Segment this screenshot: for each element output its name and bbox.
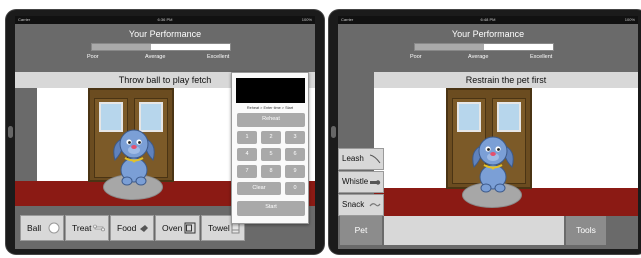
ball-button-label: Ball xyxy=(27,223,42,233)
ipad-left: Carrier 6:36 PM 100% Your Performance Po… xyxy=(6,10,324,254)
room-scene[interactable] xyxy=(374,88,638,216)
key-2[interactable]: 2 xyxy=(261,131,281,144)
pet-button[interactable]: Pet xyxy=(340,216,382,245)
start-button[interactable]: Start xyxy=(237,201,305,216)
screenshot-pair: Carrier 6:36 PM 100% Your Performance Po… xyxy=(0,0,641,258)
leash-button-label: Leash xyxy=(342,154,364,163)
key-9[interactable]: 9 xyxy=(285,165,305,178)
status-bar: Carrier 6:36 PM 100% xyxy=(15,16,315,24)
side-button xyxy=(8,126,13,138)
whistle-button-label: Whistle xyxy=(342,177,369,186)
oven-button-label: Oven xyxy=(162,223,183,233)
status-bar: Carrier 6:48 PM 100% xyxy=(338,16,638,24)
scale-label-poor: Poor xyxy=(410,54,422,60)
treat-button-label: Treat xyxy=(72,223,92,233)
performance-scale: Poor Average Excellent xyxy=(400,54,570,62)
key-5[interactable]: 5 xyxy=(261,148,281,161)
towel-button-label: Towel xyxy=(208,223,230,233)
food-button[interactable]: Food xyxy=(110,215,154,241)
clock: 6:48 PM xyxy=(480,17,496,22)
key-3[interactable]: 3 xyxy=(285,131,305,144)
scale-label-average: Average xyxy=(145,54,166,60)
door-window xyxy=(457,102,481,132)
ball-icon xyxy=(48,222,60,234)
food-button-label: Food xyxy=(117,223,137,233)
door-window xyxy=(497,102,521,132)
scale-label-excellent: Excellent xyxy=(207,54,230,60)
ball-button[interactable]: Ball xyxy=(20,215,64,241)
snack-button-label: Snack xyxy=(342,200,365,209)
app-screen-right: Carrier 6:48 PM 100% Your Performance Po… xyxy=(338,16,638,249)
keypad-hint: Reheat > Enter time > Start xyxy=(246,106,294,110)
food-icon xyxy=(140,225,148,232)
leash-icon xyxy=(369,154,381,164)
performance-bar-fill xyxy=(92,44,152,50)
clear-button[interactable]: Clear xyxy=(237,182,281,195)
reheat-button[interactable]: Reheat xyxy=(237,113,305,127)
keypad-display xyxy=(236,78,305,103)
performance-bar-fill xyxy=(415,44,484,50)
toolbar-strip xyxy=(384,216,564,245)
performance-bar xyxy=(91,43,231,51)
oven-button[interactable]: Oven xyxy=(155,215,200,241)
dog-icon[interactable] xyxy=(111,124,157,186)
key-6[interactable]: 6 xyxy=(285,148,305,161)
oven-icon xyxy=(184,222,196,234)
scale-label-excellent: Excellent xyxy=(530,54,553,60)
performance-bar xyxy=(414,43,554,51)
battery-label: 100% xyxy=(301,17,312,22)
key-0[interactable]: 0 xyxy=(285,182,305,195)
performance-scale: Poor Average Excellent xyxy=(77,54,247,62)
key-1[interactable]: 1 xyxy=(237,131,257,144)
tools-button[interactable]: Tools xyxy=(566,216,606,245)
instruction-banner: Restrain the pet first xyxy=(374,72,638,88)
whistle-button[interactable]: Whistle xyxy=(338,171,384,193)
performance-title: Your Performance xyxy=(128,29,202,39)
key-8[interactable]: 8 xyxy=(261,165,281,178)
dog-icon[interactable] xyxy=(470,131,516,193)
side-button xyxy=(331,126,336,138)
treat-button[interactable]: Treat xyxy=(65,215,109,241)
bone-icon xyxy=(93,224,105,232)
snack-button[interactable]: Snack xyxy=(338,194,384,216)
scale-label-poor: Poor xyxy=(87,54,99,60)
whistle-icon xyxy=(370,180,381,185)
ipad-right: Carrier 6:48 PM 100% Your Performance Po… xyxy=(329,10,641,254)
battery-label: 100% xyxy=(624,17,635,22)
microwave-keypad: Reheat > Enter time > Start Reheat 1 2 3… xyxy=(231,72,309,224)
leash-button[interactable]: Leash xyxy=(338,148,384,170)
key-7[interactable]: 7 xyxy=(237,165,257,178)
scale-label-average: Average xyxy=(468,54,489,60)
app-screen-left: Carrier 6:36 PM 100% Your Performance Po… xyxy=(15,16,315,249)
snack-icon xyxy=(369,203,381,207)
performance-title: Your Performance xyxy=(451,29,525,39)
clock: 6:36 PM xyxy=(157,17,173,22)
key-4[interactable]: 4 xyxy=(237,148,257,161)
